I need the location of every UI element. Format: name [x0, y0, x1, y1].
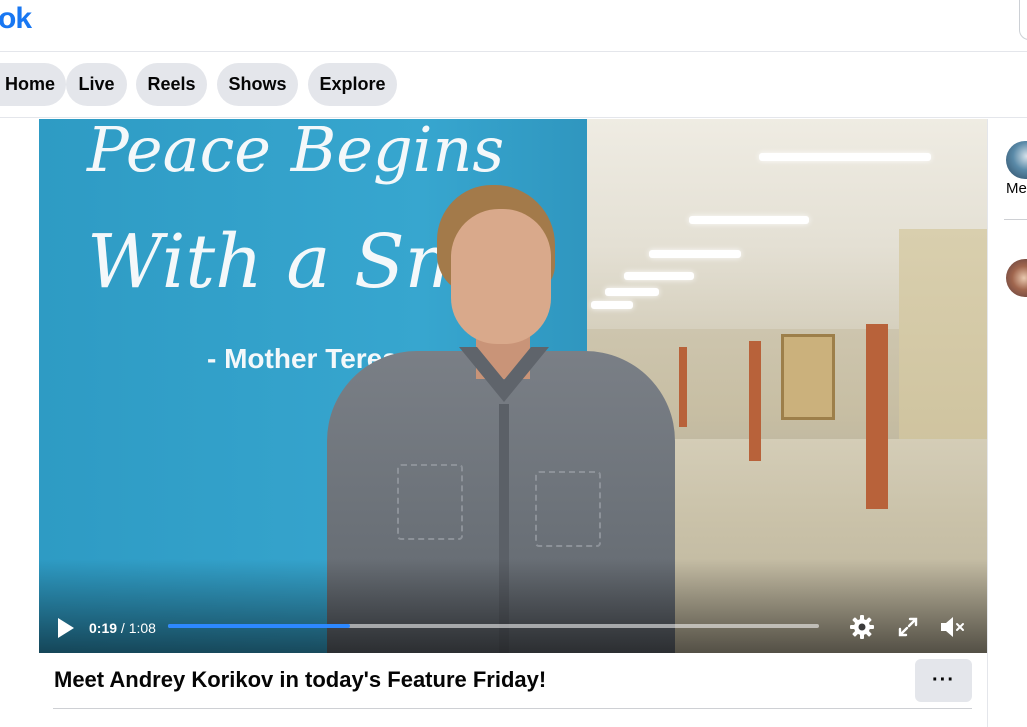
presenter-face	[451, 209, 551, 344]
volume-muted-icon[interactable]	[939, 615, 967, 639]
video-controls: 0:19 / 1:08	[39, 609, 987, 649]
top-bar: ok	[0, 0, 1027, 52]
tab-home-label: Home	[4, 74, 55, 94]
bulletin-board	[781, 334, 835, 420]
video-frame: Peace Begins With a Smi - Mother Teresa	[39, 119, 987, 653]
right-sidebar	[987, 119, 1027, 727]
ceiling-light	[605, 288, 659, 296]
left-gutter	[0, 119, 39, 727]
progress-bar[interactable]	[168, 624, 819, 628]
hallway-door	[866, 324, 888, 509]
current-time: 0:19	[89, 620, 118, 636]
progress-fill	[168, 624, 350, 628]
search-box-edge[interactable]	[1019, 0, 1027, 40]
video-player[interactable]: Peace Begins With a Smi - Mother Teresa …	[39, 119, 987, 653]
ceiling-light	[759, 153, 931, 161]
tab-home[interactable]: Home	[0, 63, 66, 106]
duration: 1:08	[128, 620, 156, 636]
tab-shows-label: Shows	[228, 74, 287, 94]
time-separator: /	[117, 620, 129, 636]
tab-explore[interactable]: Explore	[308, 63, 397, 106]
hallway-door	[749, 341, 761, 461]
ceiling-light	[591, 301, 633, 309]
tab-shows[interactable]: Shows	[217, 63, 298, 106]
divider	[53, 708, 972, 709]
tab-reels[interactable]: Reels	[136, 63, 207, 106]
time-display: 0:19 / 1:08	[89, 620, 156, 636]
facebook-logo[interactable]: ok	[0, 2, 32, 36]
shirt-pocket	[397, 464, 463, 540]
hallway-door	[679, 347, 687, 427]
play-icon[interactable]	[55, 616, 77, 640]
ceiling-light	[624, 272, 694, 280]
sidebar-item-label[interactable]: Me	[1006, 180, 1027, 197]
watch-tabs: Home Live Reels Shows Explore	[0, 52, 1027, 118]
post-title: Meet Andrey Korikov in today's Feature F…	[54, 667, 547, 692]
tab-live[interactable]: Live	[66, 63, 127, 106]
gear-icon[interactable]	[849, 614, 875, 640]
more-options-button[interactable]: ···	[915, 659, 972, 702]
banner-quote-line1: Peace Begins	[87, 119, 505, 186]
sidebar-divider	[1004, 219, 1027, 220]
tab-explore-label: Explore	[319, 74, 386, 94]
ceiling-light	[689, 216, 809, 224]
tab-reels-label: Reels	[147, 74, 196, 94]
fullscreen-icon[interactable]	[897, 616, 919, 638]
shirt-pocket	[535, 471, 601, 547]
tab-live-label: Live	[78, 74, 115, 94]
ceiling-light	[649, 250, 741, 258]
more-icon: ···	[932, 669, 955, 691]
